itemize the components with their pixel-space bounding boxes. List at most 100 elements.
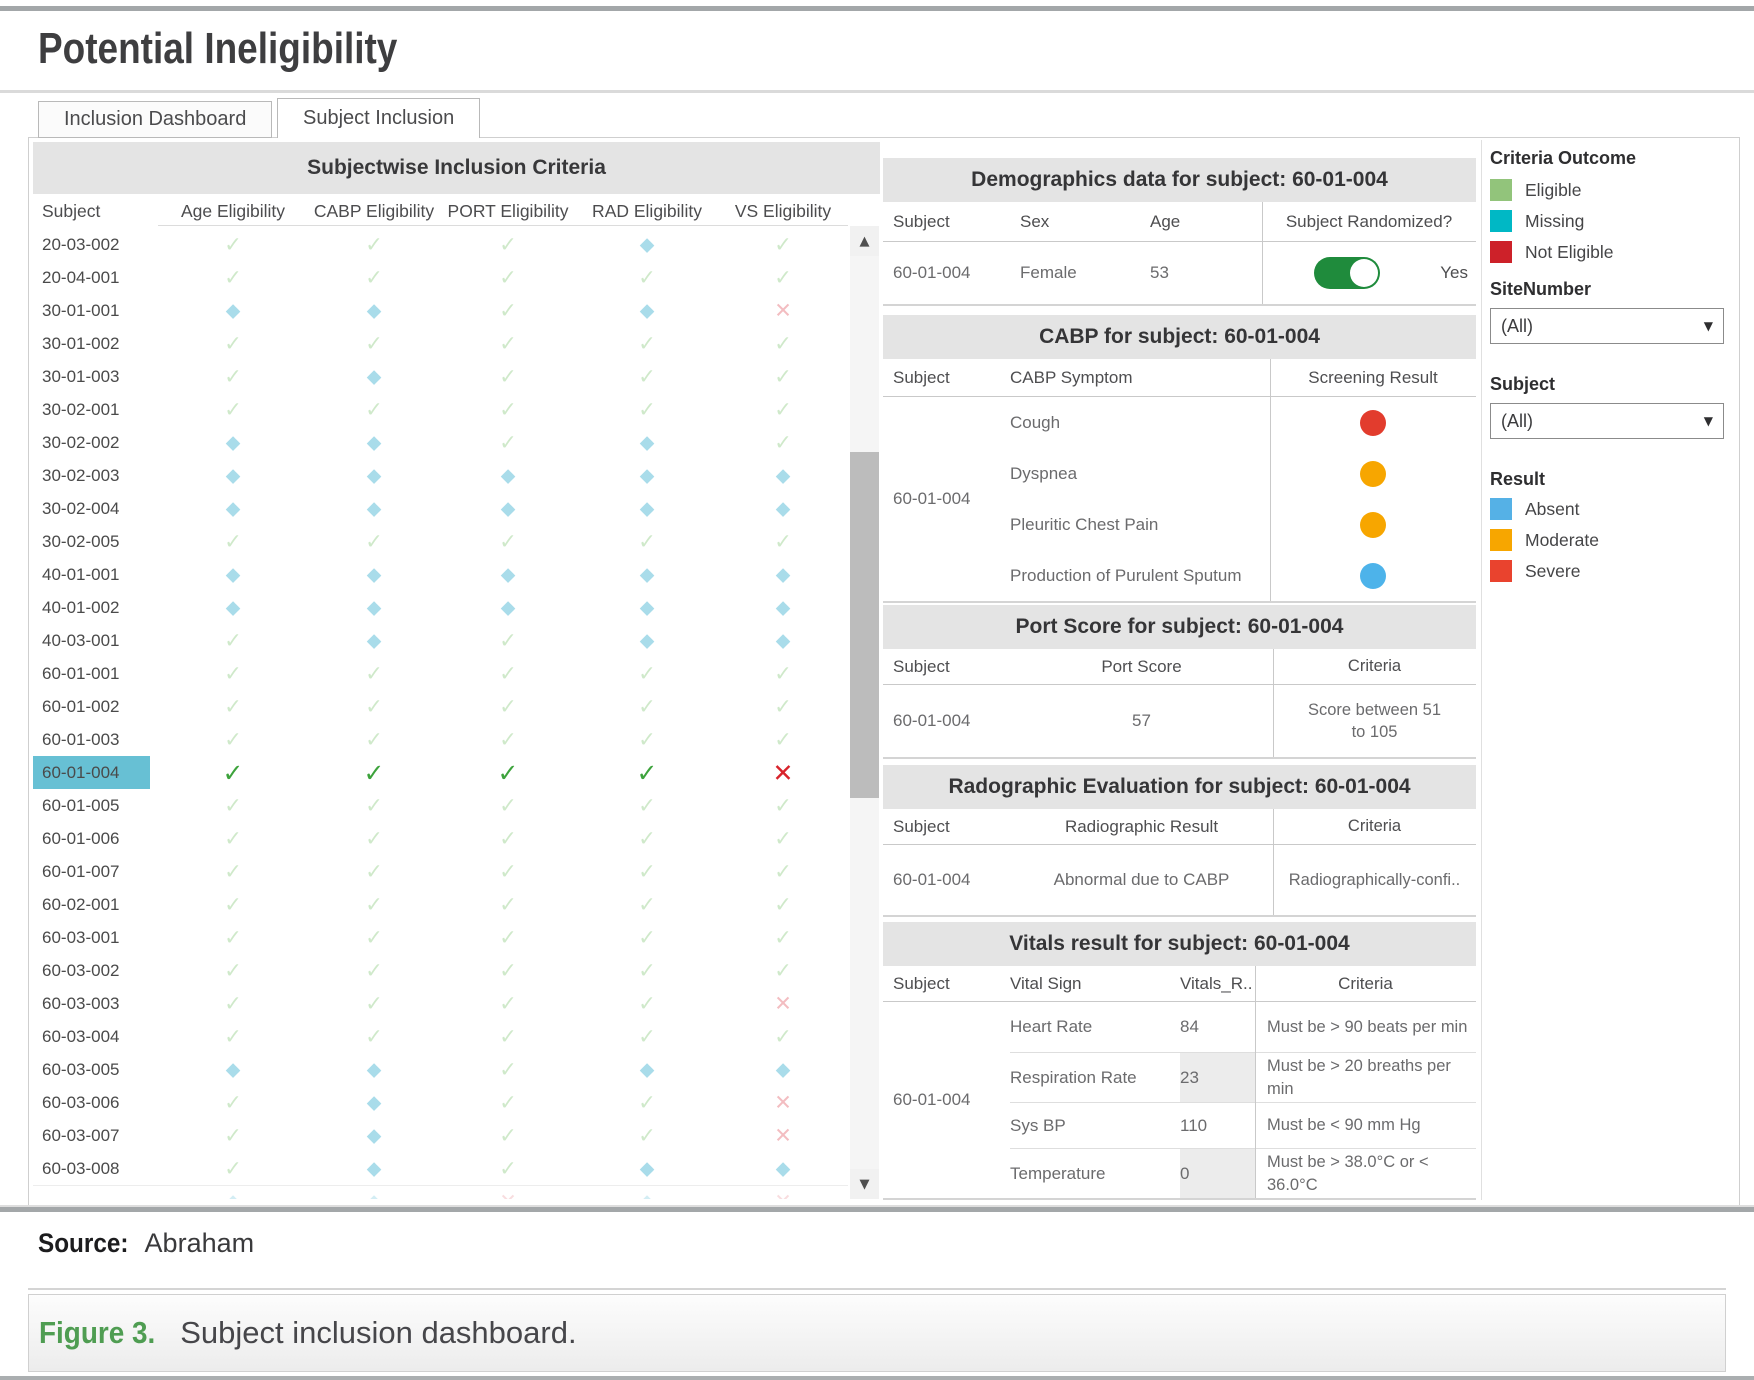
toggle-knob bbox=[1350, 259, 1378, 287]
table-scrollbar[interactable]: ▲ ▼ bbox=[850, 226, 879, 1199]
demographics-age: 53 bbox=[1150, 263, 1169, 282]
eligible-icon: ✓ bbox=[224, 628, 242, 652]
result-legend-title: Result bbox=[1490, 469, 1546, 489]
not-eligible-icon: ✕ bbox=[499, 1191, 517, 1199]
eligible-icon: ✓ bbox=[774, 826, 792, 850]
column-header-cabp: CABP Eligibility bbox=[313, 201, 435, 221]
eligible-icon: ✓ bbox=[499, 298, 517, 322]
col-vital-sign: Vital Sign bbox=[1010, 973, 1082, 993]
missing-icon: ◆ bbox=[775, 497, 791, 519]
eligible-icon: ✓ bbox=[365, 529, 383, 553]
missing-icon: ◆ bbox=[775, 1157, 791, 1179]
table-row[interactable]: 20-04-001 ✓ ✓ ✓ ✓ ✓ bbox=[33, 261, 848, 294]
column-divider bbox=[1270, 359, 1271, 601]
vital-criteria: Must be > 38.0°C or < 36.0°C bbox=[1267, 1153, 1429, 1194]
table-row[interactable]: 60-01-002 ✓ ✓ ✓ ✓ ✓ bbox=[33, 690, 848, 723]
symptom-label: Production of Purulent Sputum bbox=[1010, 565, 1242, 585]
missing-icon: ◆ bbox=[639, 563, 655, 585]
criteria-outcome-title: Criteria Outcome bbox=[1490, 148, 1637, 168]
eligible-icon: ✓ bbox=[224, 364, 242, 388]
col-radiographic-result: Radiographic Result bbox=[1064, 816, 1219, 836]
table-row[interactable]: 30-01-001 ◆ ◆ ✓ ◆ ✕ bbox=[33, 294, 848, 327]
col-symptom: CABP Symptom bbox=[1010, 367, 1133, 387]
symptom-label: Pleuritic Chest Pain bbox=[1010, 514, 1159, 534]
missing-icon: ◆ bbox=[225, 596, 241, 618]
table-row[interactable]: 60-03-007 ✓ ◆ ✓ ✓ ✕ bbox=[33, 1119, 848, 1152]
site-filter-dropdown[interactable]: (All) ▼ bbox=[1490, 308, 1724, 344]
eligible-icon: ✓ bbox=[224, 925, 242, 949]
eligible-icon: ✓ bbox=[499, 232, 517, 256]
legend-item: Absent bbox=[1490, 498, 1736, 520]
missing-icon: ◆ bbox=[639, 233, 655, 255]
eligible-icon: ✓ bbox=[636, 758, 658, 787]
eligible-icon: ✓ bbox=[638, 958, 656, 982]
table-row[interactable]: 60-03-003 ✓ ✓ ✓ ✓ ✕ bbox=[33, 987, 848, 1020]
eligible-icon: ✓ bbox=[499, 1057, 517, 1081]
missing-icon: ◆ bbox=[500, 596, 516, 618]
table-row[interactable]: 40-01-001 ◆ ◆ ◆ ◆ ◆ bbox=[33, 558, 848, 591]
table-row[interactable]: 30-01-002 ✓ ✓ ✓ ✓ ✓ bbox=[33, 327, 848, 360]
table-row[interactable]: 60-03-001 ✓ ✓ ✓ ✓ ✓ bbox=[33, 921, 848, 954]
col-vitals-result: Vitals_R.. bbox=[1180, 973, 1253, 993]
not-eligible-icon: ✕ bbox=[774, 1090, 792, 1114]
eligible-icon: ✓ bbox=[638, 925, 656, 949]
chevron-down-icon: ▼ bbox=[1703, 319, 1713, 333]
missing-icon: ◆ bbox=[775, 1058, 791, 1080]
eligible-icon: ✓ bbox=[499, 364, 517, 388]
panel-demographics: Demographics data for subject: 60-01-004… bbox=[883, 158, 1476, 306]
subject-id: 20-04-001 bbox=[42, 267, 120, 287]
missing-icon: ◆ bbox=[366, 1091, 382, 1113]
scrollbar-thumb[interactable] bbox=[850, 452, 879, 798]
eligible-icon: ✓ bbox=[499, 826, 517, 850]
missing-icon: ◆ bbox=[366, 1058, 382, 1080]
scroll-down-icon[interactable]: ▼ bbox=[850, 1169, 879, 1199]
table-row[interactable]: 60-01-005 ✓ ✓ ✓ ✓ ✓ bbox=[33, 789, 848, 822]
eligible-icon: ✓ bbox=[774, 694, 792, 718]
table-row[interactable]: 60-03-005 ◆ ◆ ✓ ◆ ◆ bbox=[33, 1053, 848, 1086]
table-row[interactable]: 60-03-004 ✓ ✓ ✓ ✓ ✓ bbox=[33, 1020, 848, 1053]
table-row[interactable]: 30-02-004 ◆ ◆ ◆ ◆ ◆ bbox=[33, 492, 848, 525]
eligible-icon: ✓ bbox=[224, 892, 242, 916]
table-row[interactable]: 60-01-003 ✓ ✓ ✓ ✓ ✓ bbox=[33, 723, 848, 756]
table-row[interactable]: 60-01-007 ✓ ✓ ✓ ✓ ✓ bbox=[33, 855, 848, 888]
table-row[interactable]: 20-03-002 ✓ ✓ ✓ ◆ ✓ bbox=[33, 228, 848, 261]
subject-id: 60-03-008 bbox=[42, 1158, 120, 1178]
randomized-toggle[interactable] bbox=[1314, 257, 1380, 289]
eligible-icon: ✓ bbox=[774, 727, 792, 751]
missing-icon: ◆ bbox=[639, 497, 655, 519]
header-underline bbox=[158, 225, 848, 226]
table-row[interactable]: 60-01-004 ✓ ✓ ✓ ✓ ✕ bbox=[33, 756, 848, 789]
source-divider bbox=[28, 1288, 1726, 1290]
missing-icon: ◆ bbox=[366, 464, 382, 486]
table-row[interactable]: 60-03-008 ✓ ◆ ✓ ◆ ◆ bbox=[33, 1152, 848, 1185]
table-row[interactable]: 30-02-005 ✓ ✓ ✓ ✓ ✓ bbox=[33, 525, 848, 558]
eligible-icon: ✓ bbox=[638, 364, 656, 388]
eligible-icon: ✓ bbox=[638, 529, 656, 553]
table-row[interactable]: 60-01-001 ✓ ✓ ✓ ✓ ✓ bbox=[33, 657, 848, 690]
source-value: Abraham bbox=[144, 1228, 255, 1258]
eligible-icon: ✓ bbox=[638, 1123, 656, 1147]
table-row[interactable]: 60-02-001 ✓ ✓ ✓ ✓ ✓ bbox=[33, 888, 848, 921]
table-row[interactable]: 40-01-002 ◆ ◆ ◆ ◆ ◆ bbox=[33, 591, 848, 624]
eligible-icon: ✓ bbox=[365, 1024, 383, 1048]
subject-id: 40-03-001 bbox=[42, 630, 120, 650]
eligible-icon: ✓ bbox=[224, 1090, 242, 1114]
missing-icon: ◆ bbox=[775, 596, 791, 618]
subject-filter-dropdown[interactable]: (All) ▼ bbox=[1490, 403, 1724, 439]
eligible-icon: ✓ bbox=[499, 265, 517, 289]
table-row[interactable]: 30-02-001 ✓ ✓ ✓ ✓ ✓ bbox=[33, 393, 848, 426]
table-row[interactable]: 40-03-001 ✓ ◆ ✓ ◆ ◆ bbox=[33, 624, 848, 657]
subject-id: 30-02-002 bbox=[42, 432, 120, 452]
table-row[interactable]: 30-02-003 ◆ ◆ ◆ ◆ ◆ bbox=[33, 459, 848, 492]
table-row[interactable]: 60-03-006 ✓ ◆ ✓ ✓ ✕ bbox=[33, 1086, 848, 1119]
tab-subject-inclusion[interactable]: Subject Inclusion bbox=[277, 98, 481, 138]
scroll-up-icon[interactable]: ▲ bbox=[850, 226, 879, 256]
subject-id: 60-03-007 bbox=[42, 1125, 120, 1145]
table-row[interactable]: 30-01-003 ✓ ◆ ✓ ✓ ✓ bbox=[33, 360, 848, 393]
subject-id: 30-01-001 bbox=[42, 300, 120, 320]
tab-inclusion-dashboard[interactable]: Inclusion Dashboard bbox=[38, 101, 273, 138]
table-row[interactable]: 30-02-002 ◆ ◆ ✓ ◆ ✓ bbox=[33, 426, 848, 459]
table-row[interactable]: 60-03-002 ✓ ✓ ✓ ✓ ✓ bbox=[33, 954, 848, 987]
table-row[interactable]: 60-01-006 ✓ ✓ ✓ ✓ ✓ bbox=[33, 822, 848, 855]
eligible-icon: ✓ bbox=[499, 1156, 517, 1180]
